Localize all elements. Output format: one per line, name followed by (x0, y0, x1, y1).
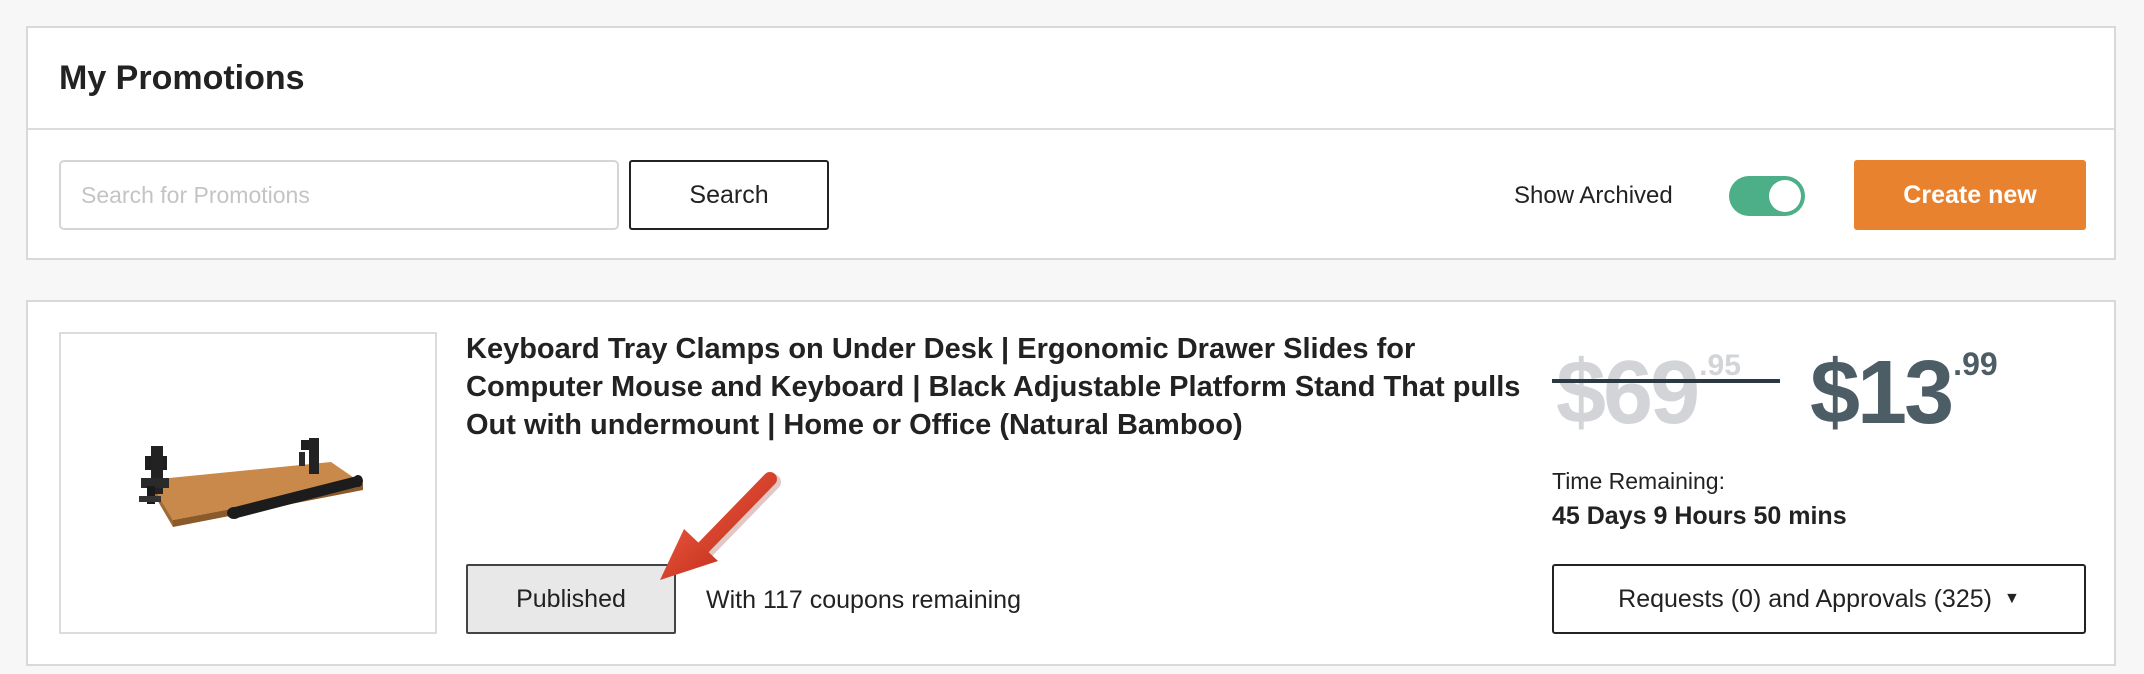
product-image[interactable] (59, 332, 437, 634)
product-title[interactable]: Keyboard Tray Clamps on Under Desk | Erg… (466, 330, 1534, 444)
requests-approvals-dropdown[interactable]: Requests (0) and Approvals (325) ▼ (1552, 564, 2086, 634)
promotion-card: Keyboard Tray Clamps on Under Desk | Erg… (26, 300, 2116, 666)
promo-price-dollars: $13 (1810, 343, 1954, 443)
show-archived-label: Show Archived (1514, 182, 1673, 209)
requests-approvals-label: Requests (0) and Approvals (325) (1618, 584, 1992, 613)
toolbar: Search Show Archived Create new (28, 130, 2114, 260)
create-new-button[interactable]: Create new (1854, 160, 2086, 230)
red-arrow-icon (660, 472, 781, 580)
original-price-cents: .95 (1699, 349, 1741, 382)
title-row: My Promotions (28, 28, 2114, 130)
page-title: My Promotions (59, 58, 305, 97)
promo-price: $13.99 (1810, 342, 1998, 445)
time-remaining-value: 45 Days 9 Hours 50 mins (1552, 502, 1847, 530)
toggle-knob (1769, 180, 1801, 212)
status-label: Published (516, 584, 626, 613)
promotions-header-panel: My Promotions Search Show Archived Creat… (26, 26, 2116, 260)
original-price-dollars: $69 (1556, 343, 1700, 443)
time-remaining-label: Time Remaining: (1552, 468, 1725, 494)
original-price: $69.95 (1556, 342, 1741, 445)
keyboard-tray-image (139, 438, 363, 527)
caret-down-icon: ▼ (2003, 590, 2020, 607)
show-archived-toggle[interactable] (1729, 176, 1805, 216)
promo-price-cents: .99 (1953, 346, 1998, 382)
price-strikethrough (1552, 379, 1780, 383)
search-input[interactable] (59, 160, 619, 230)
search-button[interactable]: Search (629, 160, 829, 230)
